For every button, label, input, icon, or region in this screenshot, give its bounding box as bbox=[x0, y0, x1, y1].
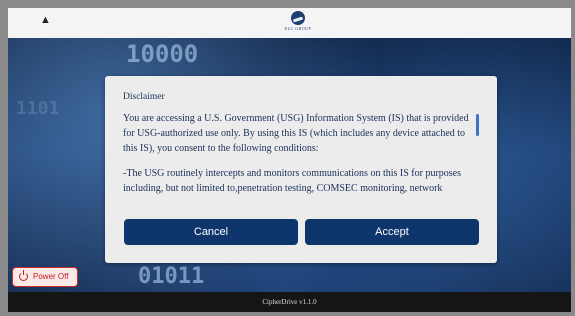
scrollbar-thumb[interactable] bbox=[476, 114, 479, 136]
power-off-label: Power Off bbox=[33, 272, 69, 281]
disclaimer-scroll-area[interactable]: Disclaimer You are accessing a U.S. Gove… bbox=[123, 92, 473, 222]
footer-bar: CipherDrive v1.1.0 bbox=[8, 292, 571, 312]
logo-text: ELC GROUP bbox=[284, 26, 312, 31]
header-bar: ▲ ELC GROUP bbox=[8, 8, 571, 39]
disclaimer-paragraph: You are accessing a U.S. Government (USG… bbox=[123, 113, 469, 154]
disclaimer-dialog: Disclaimer You are accessing a U.S. Gove… bbox=[105, 76, 497, 263]
app-window: ▲ ELC GROUP 10000 01110 1101 100 01011 D… bbox=[8, 8, 571, 312]
version-text: CipherDrive v1.1.0 bbox=[262, 298, 317, 306]
company-logo: ELC GROUP bbox=[278, 11, 318, 37]
cursor-arrow-icon: ▲ bbox=[40, 14, 51, 26]
power-off-button[interactable]: Power Off bbox=[12, 267, 78, 287]
disclaimer-paragraph: -The USG routinely intercepts and monito… bbox=[123, 168, 462, 194]
background-binary-text: 1101 bbox=[16, 98, 60, 119]
elc-logo-icon bbox=[291, 11, 305, 25]
power-icon bbox=[19, 270, 28, 281]
accept-button[interactable]: Accept bbox=[305, 219, 479, 245]
background-binary-text: 10000 bbox=[126, 40, 199, 68]
background-binary-text: 01011 bbox=[138, 264, 205, 289]
cancel-button[interactable]: Cancel bbox=[124, 219, 298, 245]
dialog-title: Disclaimer bbox=[123, 92, 165, 102]
